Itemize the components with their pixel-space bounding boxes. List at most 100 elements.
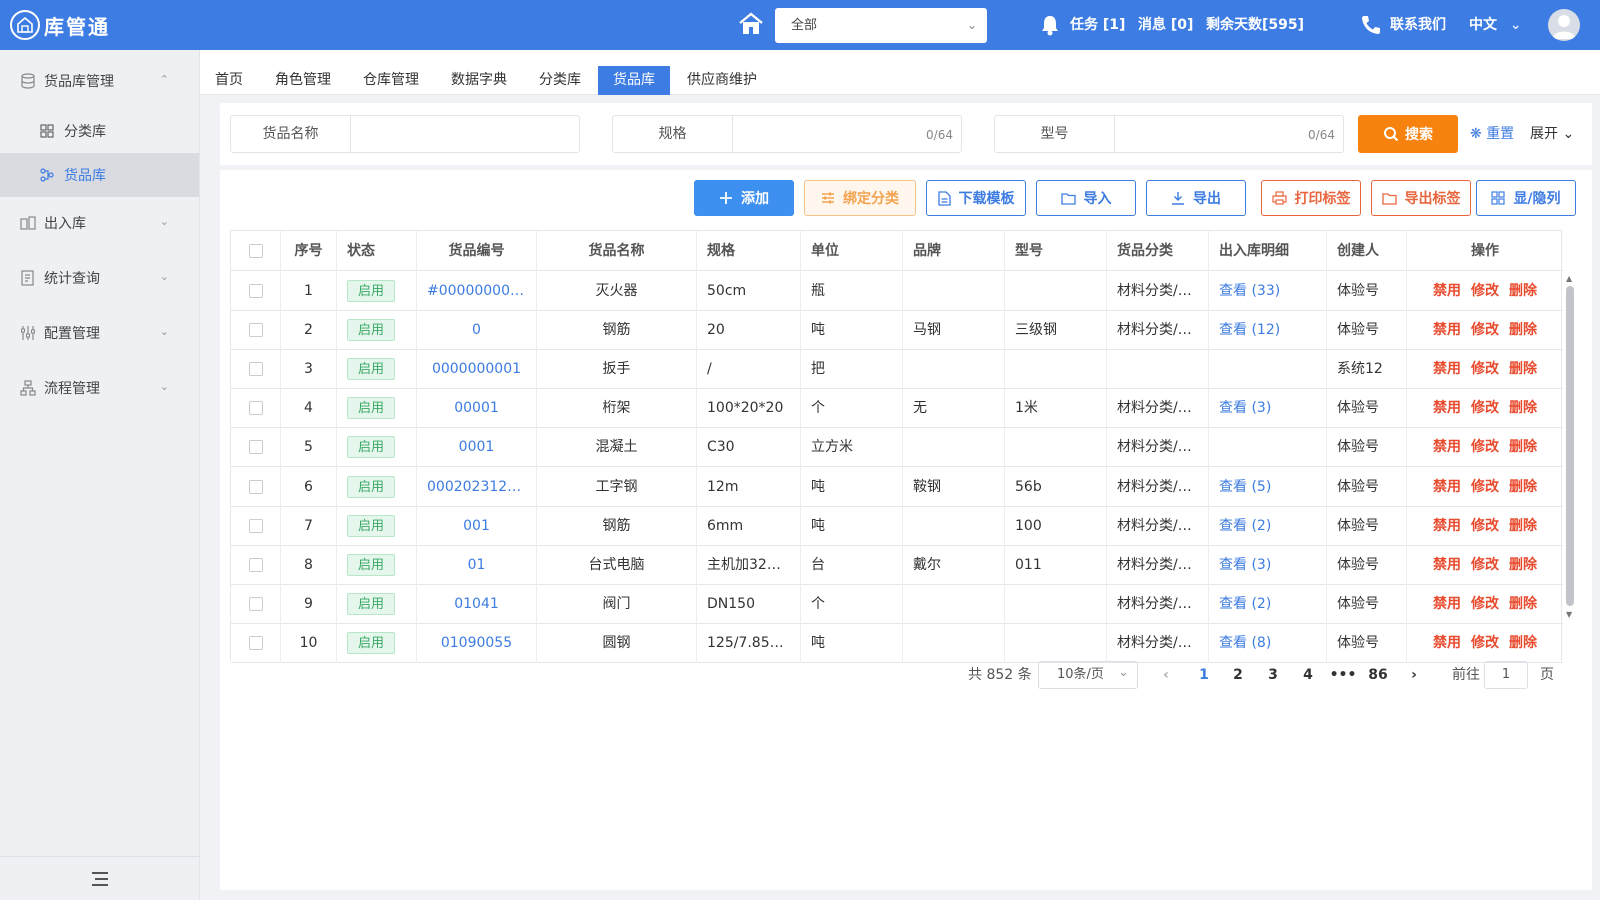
spec-field[interactable]: 规格 0/64 [612,115,962,153]
column-header[interactable]: 序号 [281,231,337,271]
disable-button[interactable]: 禁用 [1433,283,1461,299]
column-header[interactable]: 货品编号 [417,231,537,271]
cell-detail-link[interactable]: 查看 (12) [1209,310,1327,351]
delete-button[interactable]: 删除 [1509,518,1537,534]
row-checkbox[interactable] [248,479,263,494]
export-label-button[interactable]: 导出标签 [1371,180,1471,216]
delete-button[interactable]: 删除 [1509,283,1537,299]
add-button[interactable]: 添加 [694,180,794,216]
scrollbar-thumb[interactable] [1566,286,1574,606]
print-label-button[interactable]: 打印标签 [1261,180,1361,216]
delete-button[interactable]: 删除 [1509,400,1537,416]
cell-code[interactable]: 01041 [417,583,537,624]
bell-icon[interactable] [1040,14,1060,36]
sidebar-item-category-library[interactable]: 分类库 [0,109,199,153]
tab-roles[interactable]: 角色管理 [260,66,346,95]
cell-detail-link[interactable]: 查看 (33) [1209,271,1327,311]
language-switch[interactable]: 中文 ⌄ [1469,0,1522,50]
import-button[interactable]: 导入 [1036,180,1136,216]
table-row[interactable]: 9 启用 01041 阀门 DN150 个材料分类/… 查看 (2) 体验号 禁用 修改 删除 [231,583,1563,624]
column-header[interactable]: 出入库明细 [1209,231,1327,271]
cell-code[interactable]: 00001 [417,388,537,429]
cell-code[interactable]: 01090055 [417,622,537,663]
page-number[interactable]: 2 [1224,661,1252,689]
cell-detail-link[interactable]: 查看 (5) [1209,466,1327,507]
home-icon[interactable] [738,12,764,36]
reset-button[interactable]: ❋ 重置 [1470,115,1514,153]
cell-code[interactable]: 0 [417,310,537,351]
cell-code[interactable]: 0001 [417,427,537,468]
row-checkbox[interactable] [248,401,263,416]
cell-detail-link[interactable]: 查看 (2) [1209,583,1327,624]
tab-dictionary[interactable]: 数据字典 [436,66,522,95]
delete-button[interactable]: 删除 [1509,439,1537,455]
edit-button[interactable]: 修改 [1471,479,1499,495]
tab-goods-library[interactable]: 货品库 [598,66,670,95]
delete-button[interactable]: 删除 [1509,596,1537,612]
table-scrollbar[interactable]: ▲ ▼ [1563,230,1577,630]
goods-name-field[interactable]: 货品名称 [230,115,580,153]
disable-button[interactable]: 禁用 [1433,518,1461,534]
phone-icon[interactable] [1360,14,1380,36]
row-checkbox[interactable] [248,596,263,611]
expand-button[interactable]: 展开 ⌄ [1530,115,1574,153]
cell-detail-link[interactable] [1209,427,1327,468]
disable-button[interactable]: 禁用 [1433,361,1461,377]
table-row[interactable]: 7 启用 001 钢筋 6mm 吨 100 材料分类/… 查看 (2) 体验号 禁用 修改 删除 [231,505,1563,546]
cell-code[interactable]: 0000000001 [417,349,537,390]
column-header[interactable]: 规格 [697,231,801,271]
bind-category-button[interactable]: 绑定分类 [804,180,916,216]
edit-button[interactable]: 修改 [1471,361,1499,377]
row-checkbox[interactable] [248,362,263,377]
messages-link[interactable]: 消息 [0] [1138,0,1193,50]
model-field[interactable]: 型号 0/64 [994,115,1344,153]
scroll-down-arrow-icon[interactable]: ▼ [1566,610,1572,619]
toggle-columns-button[interactable]: 显/隐列 [1476,180,1576,216]
column-header[interactable]: 品牌 [903,231,1005,271]
disable-button[interactable]: 禁用 [1433,635,1461,651]
edit-button[interactable]: 修改 [1471,557,1499,573]
sidebar-group-workflow[interactable]: 流程管理 ⌄ [0,366,199,410]
page-number[interactable]: 86 [1364,661,1392,689]
download-template-button[interactable]: 下载模板 [926,180,1026,216]
column-header[interactable]: 货品分类 [1107,231,1209,271]
tab-category-library[interactable]: 分类库 [524,66,596,95]
delete-button[interactable]: 删除 [1509,635,1537,651]
disable-button[interactable]: 禁用 [1433,479,1461,495]
row-checkbox[interactable] [248,518,263,533]
table-row[interactable]: 10 启用 01090055 圆钢 125/7.85… 吨材料分类/… 查看 (8) 体验号禁… [231,622,1563,663]
disable-button[interactable]: 禁用 [1433,322,1461,338]
cell-detail-link[interactable]: 查看 (3) [1209,544,1327,585]
delete-button[interactable]: 删除 [1509,322,1537,338]
row-checkbox[interactable] [248,635,263,650]
next-page-button[interactable]: › [1404,661,1424,689]
column-header[interactable]: 货品名称 [537,231,697,271]
goto-page-input[interactable]: 1 [1484,661,1528,689]
delete-button[interactable]: 删除 [1509,479,1537,495]
tasks-link[interactable]: 任务 [1] [1070,0,1125,50]
disable-button[interactable]: 禁用 [1433,596,1461,612]
cell-detail-link[interactable]: 查看 (2) [1209,505,1327,546]
disable-button[interactable]: 禁用 [1433,439,1461,455]
select-all-checkbox[interactable] [248,244,263,258]
search-button[interactable]: 搜索 [1358,115,1458,153]
page-number[interactable]: 3 [1259,661,1287,689]
sidebar-group-statistics[interactable]: 统计查询 ⌄ [0,256,199,300]
sidebar-item-goods-library[interactable]: 货品库 [0,153,199,197]
cell-code[interactable]: #0000000001 [417,271,537,311]
table-row[interactable]: 5 启用 0001 混凝土 C30 立方米 材料分类/… 体验号 禁用 修改 删除 [231,427,1563,468]
page-size-select[interactable]: 10条/页 ⌄ [1038,661,1138,689]
table-row[interactable]: 4 启用 00001 桁架 100*20*20 个无 1米 材料分类/… 查看 (3) 体验号 禁用… [231,388,1563,429]
cell-detail-link[interactable] [1209,349,1327,390]
tab-warehouses[interactable]: 仓库管理 [348,66,434,95]
table-row[interactable]: 3 启用 0000000001 扳手 / 把系统12 禁用 修改 删除 [231,349,1563,390]
row-checkbox[interactable] [248,323,263,338]
table-row[interactable]: 2 启用 0 钢筋 20 吨马钢 三级钢 材料分类/… 查看 (12) 体验号 禁用 修改 删除 [231,310,1563,351]
contact-link[interactable]: 联系我们 [1390,0,1446,50]
delete-button[interactable]: 删除 [1509,557,1537,573]
edit-button[interactable]: 修改 [1471,596,1499,612]
column-header[interactable]: 单位 [801,231,903,271]
table-row[interactable]: 1 启用 #0000000001 灭火器 50cm 瓶材料分类/… 查看 (33) 体验号 禁用… [231,271,1563,311]
user-avatar[interactable] [1548,9,1580,41]
tab-home[interactable]: 首页 [200,66,258,95]
